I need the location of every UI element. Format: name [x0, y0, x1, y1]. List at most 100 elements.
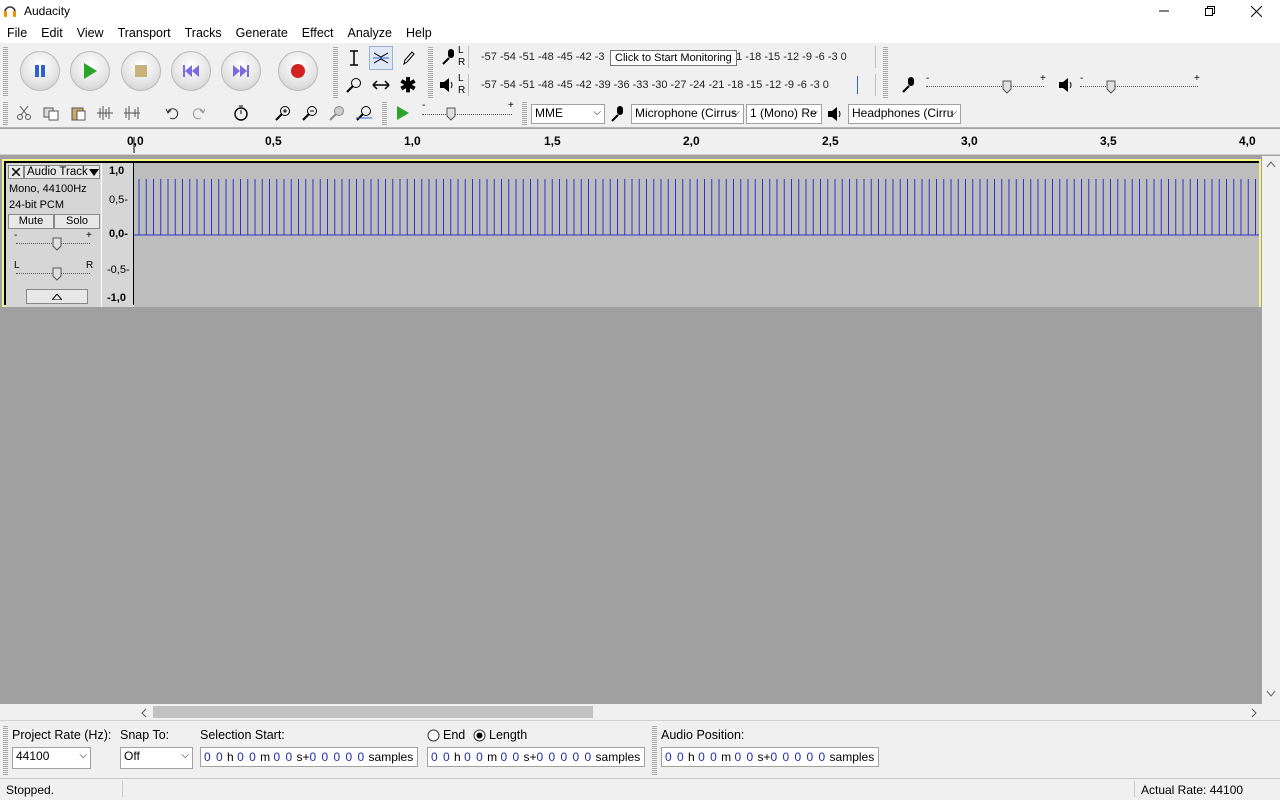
menu-view[interactable]: View	[70, 26, 111, 40]
slider-thumb[interactable]	[1106, 80, 1116, 94]
paste-button[interactable]	[66, 101, 90, 125]
stop-button[interactable]	[121, 51, 161, 91]
selection-start-time[interactable]: 0 0 h 0 0 m 0 0 s+0 0 0 0 0 samples	[200, 747, 418, 767]
vertical-scrollbar[interactable]	[1262, 156, 1280, 704]
microphone-icon	[442, 49, 454, 65]
silence-audio-button[interactable]	[120, 101, 144, 125]
solo-button[interactable]: Solo	[54, 214, 100, 229]
toolbar-grip[interactable]	[522, 101, 527, 125]
menu-effect[interactable]: Effect	[295, 26, 341, 40]
snap-to-value: Off	[124, 749, 140, 763]
toolbar-grip[interactable]	[652, 725, 657, 775]
seconds-digits: 0 0	[273, 750, 294, 764]
selection-tool-button[interactable]	[342, 46, 366, 70]
fit-project-button[interactable]	[352, 101, 376, 125]
menu-generate[interactable]: Generate	[229, 26, 295, 40]
snap-to-select[interactable]: Off ⌵	[120, 747, 193, 769]
end-radio[interactable]	[427, 729, 440, 742]
audio-track[interactable]: Audio Track Mono, 44100Hz 24-bit PCM Mut…	[2, 159, 1261, 307]
menu-transport[interactable]: Transport	[111, 26, 178, 40]
zoom-tool-button[interactable]	[342, 73, 366, 97]
chevron-down-icon: ⌵	[949, 107, 957, 118]
cut-button[interactable]	[12, 101, 36, 125]
scroll-right-icon[interactable]	[1250, 708, 1258, 718]
record-meter-scale-tail: 21 -18 -15 -12 -9 -6 -3 0	[730, 51, 847, 63]
mute-button[interactable]: Mute	[8, 214, 54, 229]
track-format-info: Mono, 44100Hz	[9, 183, 87, 195]
time-shift-tool-button[interactable]	[369, 73, 393, 97]
trim-audio-button[interactable]	[93, 101, 117, 125]
horizontal-scroll-thumb[interactable]	[153, 706, 593, 718]
scroll-left-icon[interactable]	[140, 708, 148, 718]
clipboard-icon	[71, 107, 86, 121]
samples-unit: samples	[595, 750, 641, 764]
recording-device-select[interactable]: Microphone (Cirrus ⌵	[631, 104, 744, 124]
project-rate-value: 44100	[16, 749, 50, 763]
play-button[interactable]	[70, 51, 110, 91]
envelope-tool-button[interactable]	[369, 46, 393, 70]
menu-file[interactable]: File	[0, 26, 34, 40]
minimize-button[interactable]	[1141, 0, 1187, 22]
play-at-speed-slider[interactable]: - +	[420, 100, 516, 125]
menu-help[interactable]: Help	[399, 26, 439, 40]
sync-lock-button[interactable]	[229, 101, 253, 125]
restore-button[interactable]	[1187, 0, 1233, 22]
toolbar-grip[interactable]	[3, 46, 8, 96]
audio-position-time[interactable]: 0 0 h 0 0 m 0 0 s+0 0 0 0 0 samples	[661, 747, 879, 767]
toolbar-grip[interactable]	[883, 46, 888, 98]
track-menu-button[interactable]: Audio Track	[24, 165, 100, 179]
fit-selection-button[interactable]	[325, 101, 349, 125]
toolbar-grip[interactable]	[333, 46, 338, 98]
recording-volume-slider[interactable]: - +	[924, 73, 1048, 96]
redo-button[interactable]	[187, 101, 211, 125]
multi-tool-button[interactable]: ✱	[396, 73, 420, 97]
skip-to-end-icon	[233, 65, 249, 77]
slider-thumb[interactable]	[52, 237, 62, 251]
scroll-up-icon[interactable]	[1266, 160, 1276, 168]
zoom-out-button[interactable]	[298, 101, 322, 125]
toolbar-grip[interactable]	[382, 101, 387, 125]
undo-button[interactable]	[160, 101, 184, 125]
toolbar-grip[interactable]	[3, 725, 8, 775]
playback-device-select[interactable]: Headphones (Cirru ⌵	[848, 104, 961, 124]
status-bar: Stopped. Actual Rate: 44100	[0, 778, 1280, 800]
skip-to-end-button[interactable]	[221, 51, 261, 91]
track-area[interactable]: Audio Track Mono, 44100Hz 24-bit PCM Mut…	[0, 156, 1262, 704]
close-button[interactable]	[1233, 0, 1279, 22]
selection-length-time[interactable]: 0 0 h 0 0 m 0 0 s+0 0 0 0 0 samples	[427, 747, 645, 767]
slider-thumb[interactable]	[446, 107, 456, 121]
playback-volume-slider[interactable]: - +	[1078, 73, 1202, 96]
selection-toolbar: Project Rate (Hz): 44100 ⌵ Snap To: Off ⌵ …	[0, 720, 1280, 778]
zoom-in-button[interactable]	[271, 101, 295, 125]
draw-tool-button[interactable]	[396, 46, 420, 70]
toolbar-grip[interactable]	[428, 46, 433, 98]
timeline-ruler[interactable]: 0,0 0,5 1,0 1,5 2,0 2,5 3,0 3,5 4,0	[0, 129, 1280, 155]
skip-to-start-button[interactable]	[171, 51, 211, 91]
menu-edit[interactable]: Edit	[34, 26, 70, 40]
collapse-track-button[interactable]	[26, 289, 88, 304]
scroll-down-icon[interactable]	[1266, 690, 1276, 698]
audio-host-select[interactable]: MME ⌵	[531, 104, 605, 124]
speaker-icon	[1059, 78, 1072, 92]
pause-button[interactable]	[20, 51, 60, 91]
play-at-speed-button[interactable]	[391, 101, 415, 125]
zoom-out-icon	[302, 106, 317, 121]
track-close-button[interactable]	[8, 165, 24, 179]
horizontal-scrollbar[interactable]	[0, 704, 1280, 720]
length-radio[interactable]	[473, 729, 486, 742]
menu-analyze[interactable]: Analyze	[341, 26, 399, 40]
toolbar-grip[interactable]	[3, 101, 8, 125]
project-rate-select[interactable]: 44100 ⌵	[12, 747, 91, 769]
playback-meter[interactable]: -57 -54 -51 -48 -45 -42 -39 -36 -33 -30 …	[468, 74, 876, 96]
waveform[interactable]	[134, 163, 1259, 307]
close-icon	[1250, 5, 1262, 17]
copy-button[interactable]	[39, 101, 63, 125]
menu-tracks[interactable]: Tracks	[178, 26, 229, 40]
pan-slider[interactable]: L R	[12, 260, 94, 283]
play-head-icon	[133, 137, 135, 153]
recording-channels-select[interactable]: 1 (Mono) Re ⌵	[746, 104, 822, 124]
slider-thumb[interactable]	[1002, 80, 1012, 94]
record-button[interactable]	[278, 51, 318, 91]
slider-thumb[interactable]	[52, 267, 62, 281]
gain-slider[interactable]: - +	[12, 230, 94, 253]
